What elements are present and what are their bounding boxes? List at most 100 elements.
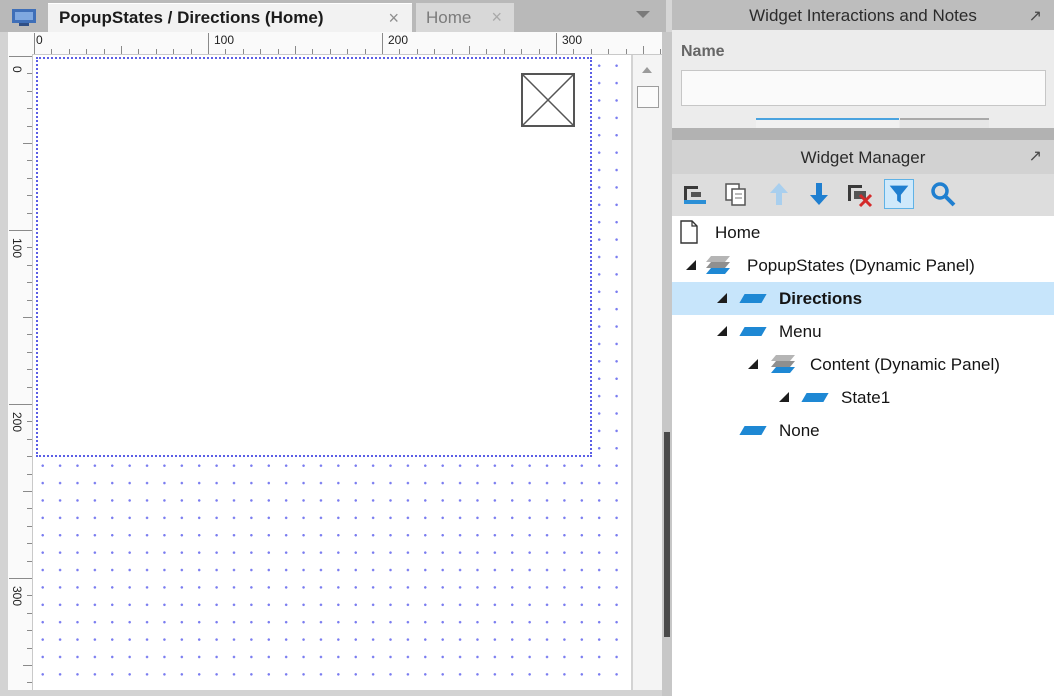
- filter-icon[interactable]: [884, 179, 914, 209]
- ruler-tick: [590, 49, 592, 54]
- ruler-tick: [27, 612, 32, 614]
- vertical-scrollbar[interactable]: [633, 55, 662, 690]
- ruler-tick: [138, 49, 140, 54]
- expand-triangle-icon[interactable]: [717, 326, 727, 336]
- ruler-tick: [277, 49, 279, 54]
- tree-item-home[interactable]: Home: [672, 216, 1054, 249]
- ruler-tick: [27, 438, 32, 440]
- tree-item-menu[interactable]: Menu: [672, 315, 1054, 348]
- ruler-tick: [625, 49, 627, 54]
- ruler-tick: [27, 212, 32, 214]
- ruler-tick: [23, 143, 32, 144]
- pop-out-icon[interactable]: ↗: [1029, 6, 1042, 26]
- move-down-icon[interactable]: [804, 179, 834, 209]
- tree-item-none[interactable]: None: [672, 414, 1054, 447]
- ruler-tick: [27, 508, 32, 510]
- ruler-label: 300: [562, 33, 583, 47]
- ruler-tick: [27, 334, 32, 336]
- ruler-tick: [27, 264, 32, 266]
- panel-title: Widget Manager: [800, 148, 926, 167]
- ruler-tick: [121, 46, 122, 54]
- ruler-tick: [27, 473, 32, 475]
- ruler-tick: [27, 282, 32, 284]
- state-icon: [801, 393, 829, 402]
- ruler-tick: [27, 369, 32, 371]
- expand-triangle-icon[interactable]: [717, 293, 727, 303]
- tree-item-content[interactable]: Content (Dynamic Panel): [672, 348, 1054, 381]
- ruler-tick: [382, 33, 383, 54]
- ruler-tick: [27, 90, 32, 92]
- panel-splitter[interactable]: [662, 32, 672, 696]
- ruler-tick: [27, 525, 32, 527]
- widget-tree: Home PopupStates (Dynamic Panel) Directi…: [672, 216, 1054, 696]
- scroll-up-icon[interactable]: [642, 67, 652, 73]
- editor-area: PopupStates / Directions (Home) × Home ×…: [0, 0, 666, 696]
- delete-icon[interactable]: [844, 179, 874, 209]
- ruler-label: 200: [388, 33, 409, 47]
- expand-triangle-icon[interactable]: [779, 392, 789, 402]
- ruler-tick: [173, 49, 175, 54]
- ruler-tick: [155, 49, 157, 54]
- search-icon[interactable]: [928, 179, 958, 209]
- ruler-tick: [27, 177, 32, 179]
- ruler-label: 100: [214, 33, 235, 47]
- pop-out-icon[interactable]: ↗: [1029, 146, 1042, 166]
- panel-divider[interactable]: [672, 128, 1054, 140]
- tab-home[interactable]: Home ×: [416, 3, 514, 32]
- scroll-thumb[interactable]: [637, 86, 659, 108]
- tab-bar: PopupStates / Directions (Home) × Home ×: [0, 0, 666, 32]
- ruler-tick: [521, 49, 523, 54]
- ruler-tick: [399, 49, 401, 54]
- tree-item-state1[interactable]: State1: [672, 381, 1054, 414]
- ruler-tick: [347, 49, 349, 54]
- expand-triangle-icon[interactable]: [686, 260, 696, 270]
- ruler-label: 0: [36, 33, 43, 47]
- ruler-tick: [27, 108, 32, 110]
- ruler-tick: [608, 49, 610, 54]
- ruler-tick: [9, 578, 32, 579]
- ruler-tick: [27, 595, 32, 597]
- dynamic-panel-state-area[interactable]: [36, 57, 592, 457]
- ruler-tick: [225, 49, 227, 54]
- image-placeholder-icon[interactable]: [521, 73, 575, 127]
- ruler-tick: [434, 49, 436, 54]
- ruler-tick: [51, 49, 53, 54]
- state-icon: [739, 327, 767, 336]
- chevron-down-icon[interactable]: [636, 11, 650, 18]
- tab-popupstates-directions[interactable]: PopupStates / Directions (Home) ×: [48, 3, 412, 32]
- ruler-tick: [27, 73, 32, 75]
- vertical-ruler: 0 100 200 300: [8, 54, 33, 690]
- expand-triangle-icon[interactable]: [748, 359, 758, 369]
- state-icon: [739, 426, 767, 435]
- interactions-panel-header: Widget Interactions and Notes ↗: [672, 0, 1054, 30]
- name-field[interactable]: [681, 70, 1046, 106]
- tree-item-popupstates[interactable]: PopupStates (Dynamic Panel): [672, 249, 1054, 282]
- dynamic-panel-icon: [771, 355, 795, 373]
- ruler-tick: [23, 491, 32, 492]
- tree-item-label: Directions: [779, 289, 863, 308]
- move-up-icon[interactable]: [764, 179, 794, 209]
- ruler-tick: [486, 49, 488, 54]
- close-icon[interactable]: ×: [388, 8, 399, 29]
- ruler-label: 200: [10, 412, 24, 433]
- horizontal-ruler: 0 100 200 300: [8, 32, 662, 55]
- ruler-tick: [295, 46, 296, 54]
- add-folder-icon[interactable]: [680, 179, 710, 209]
- panel-title: Widget Interactions and Notes: [749, 6, 977, 25]
- dynamic-panel-icon: [706, 256, 730, 274]
- ruler-tick: [451, 49, 453, 54]
- splitter-handle[interactable]: [664, 432, 670, 637]
- ruler-tick: [27, 456, 32, 458]
- ruler-tick: [573, 49, 575, 54]
- ruler-tick: [416, 49, 418, 54]
- ruler-tick: [23, 317, 32, 318]
- tree-item-directions[interactable]: Directions: [672, 282, 1054, 315]
- ruler-tick: [538, 49, 540, 54]
- ruler-tick: [68, 49, 70, 54]
- tree-item-label: Menu: [779, 322, 822, 341]
- ruler-tick: [190, 49, 192, 54]
- close-icon[interactable]: ×: [491, 7, 502, 28]
- ruler-tick: [27, 543, 32, 545]
- duplicate-icon[interactable]: [721, 179, 751, 209]
- ruler-tick: [9, 404, 32, 405]
